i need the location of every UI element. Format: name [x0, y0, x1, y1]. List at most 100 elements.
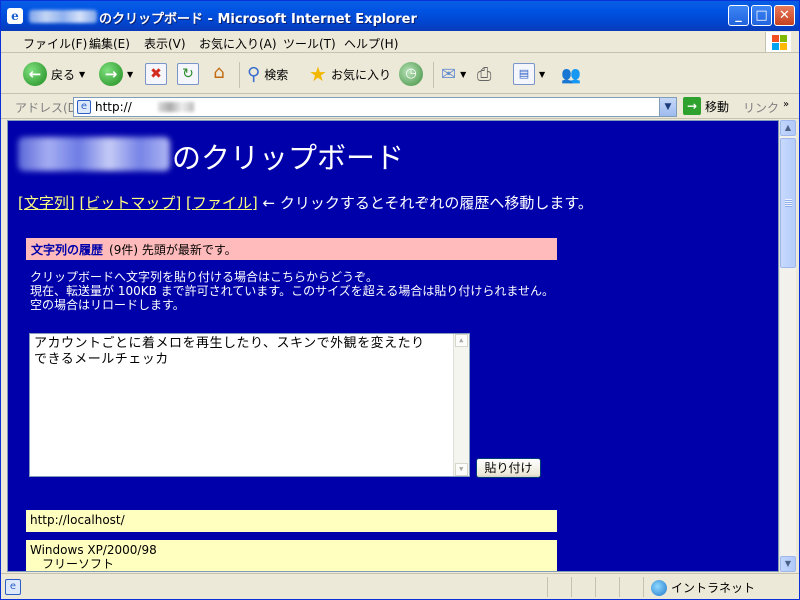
menu-file[interactable]: ファイル(F) — [23, 35, 87, 52]
history-nav: [文字列] [ビットマップ] [ファイル] ← クリックするとそれぞれの履歴へ移… — [18, 192, 593, 213]
maximize-button[interactable]: □ — [751, 5, 772, 26]
status-bar: e イントラネット — [1, 573, 799, 599]
maximize-icon: □ — [755, 8, 768, 23]
go-arrow-icon: → — [683, 97, 701, 115]
menu-edit[interactable]: 編集(E) — [89, 35, 130, 52]
home-button[interactable]: ⌂ — [208, 60, 230, 88]
minimize-button[interactable]: _ — [728, 5, 749, 26]
status-panel — [595, 577, 596, 597]
scroll-thumb[interactable] — [780, 138, 796, 268]
back-label: 戻る — [51, 67, 76, 82]
mail-dropdown-icon[interactable]: ▼ — [460, 70, 466, 79]
favorites-button[interactable]: ★ お気に入り — [309, 60, 391, 88]
security-zone: イントラネット — [651, 579, 755, 596]
toolbar-separator — [433, 62, 434, 88]
menu-favorites[interactable]: お気に入り(A) — [199, 35, 277, 52]
edit-page-icon: ▤ — [513, 63, 535, 85]
address-label: アドレス(D) — [15, 101, 82, 115]
messenger-button[interactable]: 👥 — [561, 60, 581, 88]
back-dropdown-icon[interactable]: ▼ — [79, 70, 85, 79]
edit-button[interactable]: ▤ ▼ — [513, 60, 545, 88]
address-bar: アドレス(D) e http:// ▼ → 移動 リンク » — [1, 95, 799, 119]
close-button[interactable]: ✕ — [774, 5, 795, 26]
refresh-button[interactable]: ↻ — [177, 60, 199, 88]
status-panel — [643, 577, 644, 597]
user-name-redacted — [18, 137, 170, 171]
textarea-value: アカウントごとに着メロを再生したり、スキンで外観を変えたり できるメールチェッカ — [34, 336, 425, 367]
links-chevron-icon[interactable]: » — [783, 99, 789, 110]
status-panel — [547, 577, 548, 597]
page-content: のクリップボード [文字列] [ビットマップ] [ファイル] ← クリックすると… — [7, 120, 779, 572]
search-icon: ⚲ — [247, 63, 261, 85]
search-label: 検索 — [264, 67, 289, 82]
url-redacted — [158, 102, 194, 112]
links-toolbar[interactable]: リンク — [743, 99, 779, 116]
window-title: のクリップボード - Microsoft Internet Explorer — [99, 12, 417, 27]
paste-button[interactable]: 貼り付け — [476, 458, 541, 478]
menu-bar: ファイル(F) 編集(E) 表示(V) お気に入り(A) ツール(T) ヘルプ(… — [1, 31, 799, 53]
nav-description: ← クリックするとそれぞれの履歴へ移動します。 — [262, 194, 593, 212]
textarea-scrollbar[interactable]: ▲ ▼ — [453, 334, 469, 476]
info-line: 現在、転送量が 100KB まで許可されています。このサイズを超える場合は貼り付… — [30, 284, 554, 298]
mail-button[interactable]: ✉ ▼ — [441, 60, 466, 88]
printer-icon: ⎙ — [477, 63, 492, 85]
stop-button[interactable]: ✖ — [145, 60, 167, 88]
page-title: のクリップボード — [172, 141, 405, 175]
ie-icon: e — [7, 8, 23, 24]
favorites-label: お気に入り — [330, 67, 391, 82]
scroll-down-icon[interactable]: ▼ — [455, 463, 468, 476]
menu-help[interactable]: ヘルプ(H) — [344, 35, 398, 52]
scroll-up-button[interactable]: ▲ — [780, 120, 796, 136]
nav-link-file[interactable]: [ファイル] — [186, 194, 258, 212]
page-icon: e — [77, 100, 91, 114]
forward-button[interactable]: → ▼ — [99, 60, 133, 88]
menu-view[interactable]: 表示(V) — [144, 35, 186, 52]
edit-dropdown-icon[interactable]: ▼ — [539, 70, 545, 79]
nav-link-text[interactable]: [文字列] — [18, 194, 75, 212]
section-title: 文字列の履歴 — [31, 243, 104, 257]
go-button[interactable]: → 移動 — [683, 97, 729, 115]
print-button[interactable]: ⎙ — [477, 60, 491, 88]
nav-link-bitmap[interactable]: [ビットマップ] — [80, 194, 182, 212]
paste-textarea[interactable]: アカウントごとに着メロを再生したり、スキンで外観を変えたり できるメールチェッカ… — [29, 333, 470, 477]
history-button[interactable]: ◷ — [399, 60, 423, 88]
title-redacted — [29, 10, 97, 23]
menu-tools[interactable]: ツール(T) — [283, 35, 336, 52]
stop-icon: ✖ — [145, 63, 167, 85]
windows-logo-icon — [765, 32, 791, 52]
title-bar[interactable]: e のクリップボード - Microsoft Internet Explorer… — [1, 1, 799, 31]
history-icon: ◷ — [399, 62, 423, 86]
home-icon: ⌂ — [213, 62, 225, 83]
intranet-zone-icon — [651, 579, 667, 596]
info-line: クリップボードへ文字列を貼り付ける場合はこちらからどうぞ。 — [30, 270, 379, 284]
zone-label: イントラネット — [671, 581, 756, 595]
address-input[interactable]: e http:// ▼ — [73, 97, 677, 117]
forward-arrow-icon: → — [99, 62, 123, 86]
vertical-scrollbar[interactable]: ▲ ▼ — [779, 120, 796, 572]
scroll-grip-icon — [785, 199, 792, 207]
search-button[interactable]: ⚲ 検索 — [247, 60, 288, 88]
browser-window: e のクリップボード - Microsoft Internet Explorer… — [0, 0, 800, 600]
messenger-icon: 👥 — [561, 64, 581, 84]
status-panel — [571, 577, 572, 597]
history-entry[interactable]: Windows XP/2000/98 フリーソフト — [26, 540, 557, 571]
mail-icon: ✉ — [441, 63, 457, 85]
star-icon: ★ — [309, 62, 327, 86]
toolbar-separator — [239, 62, 240, 88]
standard-toolbar: ← 戻る ▼ → ▼ ✖ ↻ ⌂ ⚲ 検索 ★ お気に入り ◷ ✉ ▼ ⎙ ▤ … — [1, 54, 799, 94]
scroll-up-icon[interactable]: ▲ — [455, 334, 468, 347]
refresh-icon: ↻ — [177, 63, 199, 85]
back-arrow-icon: ← — [23, 62, 47, 86]
forward-dropdown-icon[interactable]: ▼ — [127, 70, 133, 79]
status-panel — [619, 577, 620, 597]
history-entry[interactable]: http://localhost/ — [26, 510, 557, 532]
address-dropdown-icon[interactable]: ▼ — [659, 98, 676, 116]
section-note: 先頭が最新です。 — [141, 243, 237, 257]
paste-instructions: クリップボードへ文字列を貼り付ける場合はこちらからどうぞ。 現在、転送量が 10… — [30, 270, 554, 312]
scroll-down-button[interactable]: ▼ — [780, 556, 796, 572]
section-count: (9件) — [109, 243, 139, 257]
text-history-header: 文字列の履歴 (9件) 先頭が最新です。 — [26, 238, 557, 260]
close-icon: ✕ — [779, 8, 790, 23]
page-status-icon: e — [5, 579, 21, 595]
back-button[interactable]: ← 戻る ▼ — [23, 60, 85, 88]
